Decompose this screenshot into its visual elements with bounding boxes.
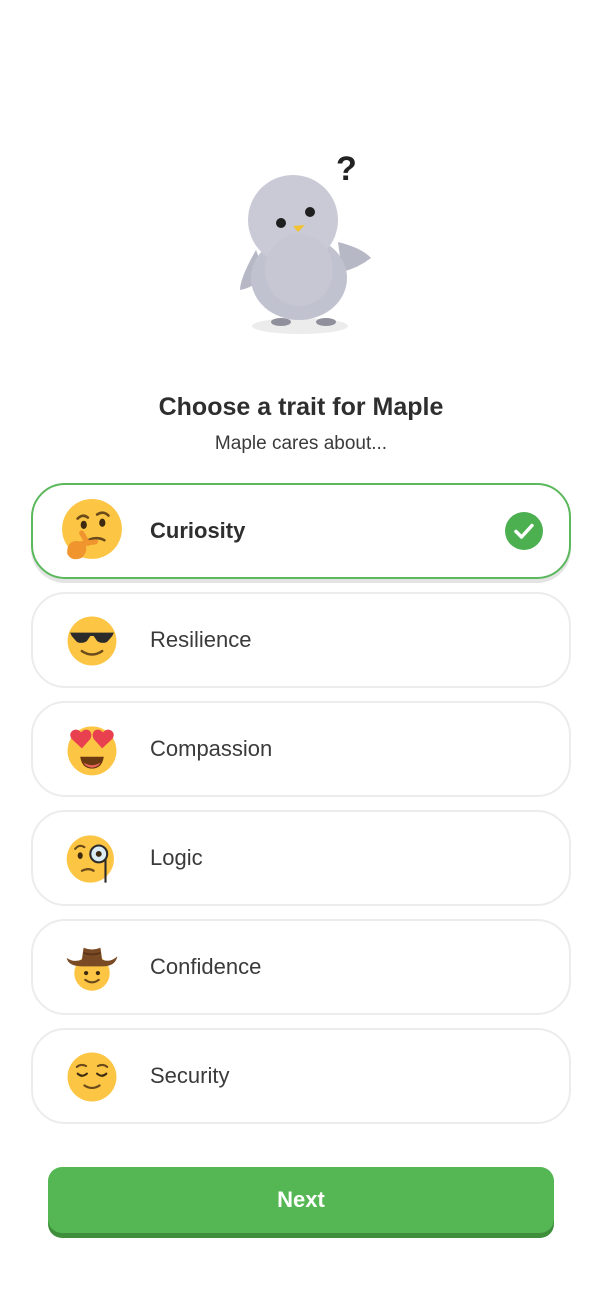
trait-option-compassion[interactable]: Compassion <box>31 701 571 797</box>
trait-option-confidence[interactable]: Confidence <box>31 919 571 1015</box>
monocle-face-icon <box>65 832 119 886</box>
trait-label-confidence: Confidence <box>150 954 262 979</box>
question-mark: ? <box>336 150 357 188</box>
cowboy-hat-face-icon <box>65 941 119 995</box>
trait-label-logic: Logic <box>150 845 203 870</box>
trait-option-logic[interactable]: Logic <box>31 810 571 906</box>
sunglasses-face-icon <box>65 614 119 668</box>
trait-label-resilience: Resilience <box>150 627 252 652</box>
relieved-face-icon <box>65 1050 119 1104</box>
trait-label-security: Security <box>150 1063 230 1088</box>
thinking-face-icon <box>59 498 125 564</box>
page-subtitle: Maple cares about... <box>214 433 388 454</box>
trait-option-curiosity[interactable]: Curiosity <box>31 483 571 579</box>
trait-label-compassion: Compassion <box>150 736 273 761</box>
next-button[interactable]: Next <box>48 1167 554 1233</box>
checkmark-icon <box>505 512 543 550</box>
trait-option-security[interactable]: Security <box>31 1028 571 1124</box>
trait-label-curiosity: Curiosity <box>150 518 246 543</box>
trait-option-resilience[interactable]: Resilience <box>31 592 571 688</box>
heart-eyes-face-icon <box>65 723 119 777</box>
page-title: Choose a trait for Maple <box>158 393 444 421</box>
